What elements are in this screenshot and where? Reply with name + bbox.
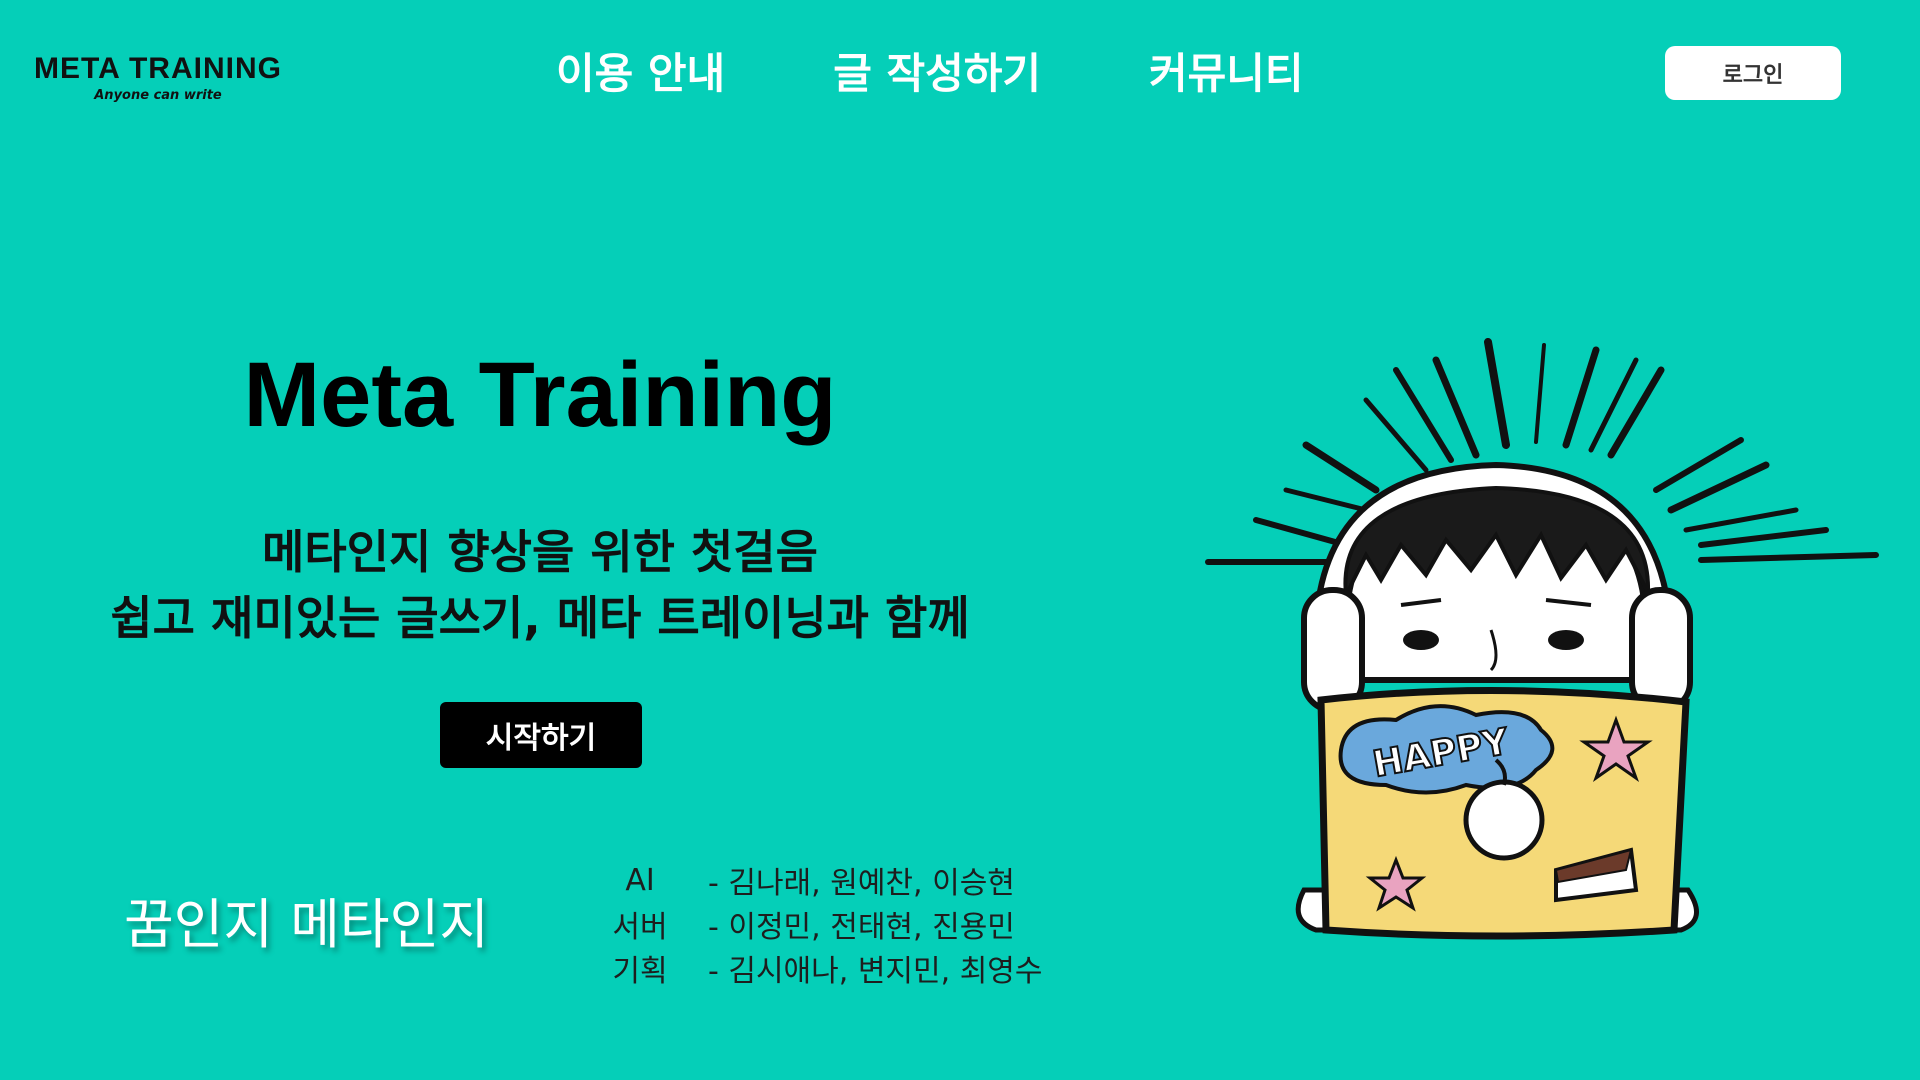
slogan: 꿈인지 메타인지 [124, 893, 489, 956]
logo-title: META TRAINING [34, 52, 282, 85]
nav-item-write[interactable]: 글 작성하기 [833, 44, 1041, 104]
start-button[interactable]: 시작하기 [440, 702, 642, 768]
team-role: AI [625, 862, 655, 898]
team-role: 서버 [612, 910, 668, 945]
team-role: 기획 [612, 954, 668, 989]
hero-subtitle-line2: 쉽고 재미있는 글쓰기, 메타 트레이닝과 함께 [110, 591, 970, 645]
hero-subtitle-line1: 메타인지 향상을 위한 첫걸음 [262, 525, 818, 579]
logo[interactable]: META TRAINING Anyone can write [28, 52, 288, 104]
character-head-icon [1301, 461, 1693, 713]
hero-title: Meta Training [243, 344, 837, 446]
team-row-planning: 기획 - 김시애나, 변지민, 최영수 [590, 946, 1043, 990]
apple-sticker-icon [1463, 779, 1545, 861]
team-members: - 이정민, 전태현, 진용민 [708, 910, 1015, 945]
team-members: - 김나래, 원예찬, 이승현 [708, 866, 1015, 901]
team-row-ai: AI - 김나래, 원예찬, 이승현 [590, 858, 1043, 902]
hero-illustration: HAPPY [1205, 338, 1879, 940]
logo-tagline: Anyone can write [94, 88, 222, 103]
team-row-server: 서버 - 이정민, 전태현, 진용민 [590, 902, 1043, 946]
nav-item-community[interactable]: 커뮤니티 [1149, 44, 1304, 104]
nav-item-guide[interactable]: 이용 안내 [556, 44, 725, 104]
main-nav: 이용 안내 글 작성하기 커뮤니티 [556, 44, 1304, 104]
team-credits: AI - 김나래, 원예찬, 이승현 서버 - 이정민, 전태현, 진용민 기획… [590, 858, 1043, 990]
laptop-icon: HAPPY [1317, 687, 1690, 940]
team-members: - 김시애나, 변지민, 최영수 [708, 954, 1043, 989]
login-button[interactable]: 로그인 [1665, 46, 1841, 100]
